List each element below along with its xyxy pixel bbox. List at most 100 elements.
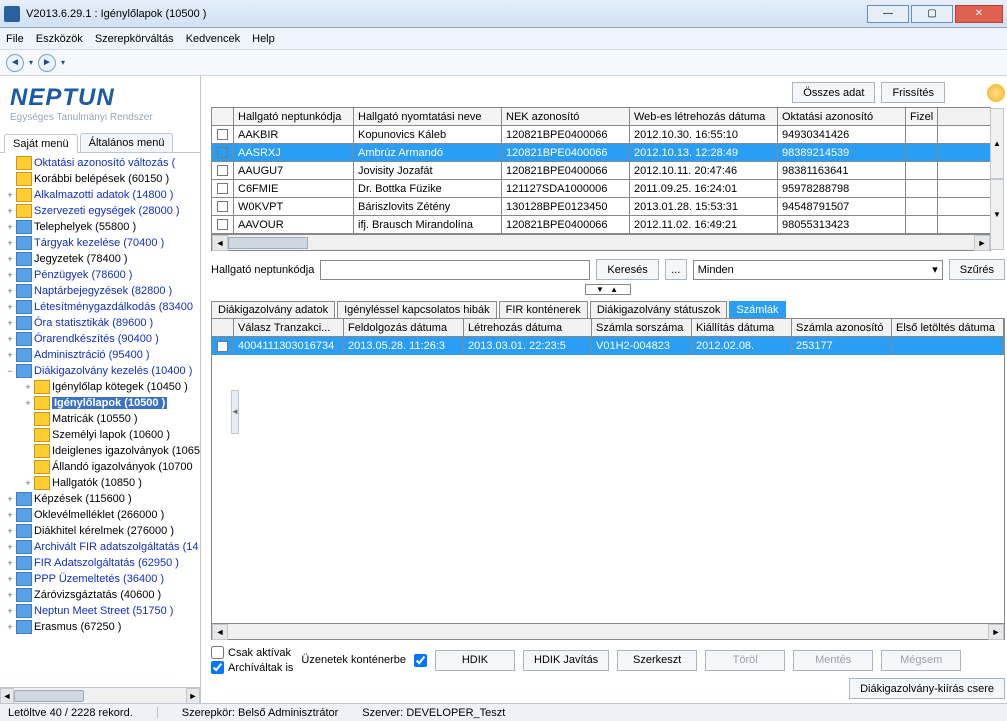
tree-node[interactable]: +Létesítménygazdálkodás (83400 (4, 299, 200, 315)
edit-button[interactable]: Szerkeszt (617, 650, 697, 671)
expand-icon[interactable]: + (4, 510, 16, 520)
tree-node[interactable]: +Képzések (115600 ) (4, 491, 200, 507)
detail-tab[interactable]: FIR konténerek (499, 301, 588, 318)
expand-icon[interactable]: + (4, 190, 16, 200)
menu-rolechange[interactable]: Szerepkörváltás (95, 33, 174, 45)
students-grid[interactable]: Hallgató neptunkódja Hallgató nyomtatási… (211, 107, 991, 251)
grid-row[interactable]: AAVOURifj. Brausch Mirandolína120821BPE0… (212, 216, 990, 234)
cancel-button[interactable]: Mégsem (881, 650, 961, 671)
grid-row[interactable]: AASRXJAmbrúz Armandó120821BPE04000662012… (212, 144, 990, 162)
grid-h-scrollbar[interactable]: ◄ ► (212, 234, 990, 250)
detail-header-issuedate[interactable]: Kiállítás dátuma (692, 319, 792, 336)
expand-icon[interactable]: + (22, 382, 34, 392)
grid-header-neptun[interactable]: Hallgató neptunkódja (234, 108, 354, 125)
grid-header-webdate[interactable]: Web-es létrehozás dátuma (630, 108, 778, 125)
tree-node[interactable]: +Órarendkészítés (90400 ) (4, 331, 200, 347)
swap-id-button[interactable]: Diákigazolvány-kiírás csere (849, 678, 1005, 699)
row-checkbox[interactable] (217, 183, 228, 194)
scroll-left-icon[interactable]: ◄ (212, 235, 228, 251)
search-button[interactable]: Keresés (596, 259, 658, 280)
grid-header-nek[interactable]: NEK azonosító (502, 108, 630, 125)
all-data-button[interactable]: Összes adat (792, 82, 875, 103)
tree-node[interactable]: Matricák (10550 ) (4, 411, 200, 427)
detail-h-scrollbar[interactable]: ◄ ► (212, 623, 1004, 639)
minimize-button[interactable]: — (867, 5, 909, 23)
expand-icon[interactable]: + (4, 222, 16, 232)
tree-node[interactable]: +Oklevélmelléklet (266000 ) (4, 507, 200, 523)
menu-help[interactable]: Help (252, 33, 275, 45)
tree-node[interactable]: +Diákhitel kérelmek (276000 ) (4, 523, 200, 539)
menu-favorites[interactable]: Kedvencek (186, 33, 240, 45)
expand-icon[interactable]: + (4, 558, 16, 568)
expand-icon[interactable]: + (4, 350, 16, 360)
row-checkbox[interactable] (217, 341, 228, 352)
scroll-left-icon[interactable]: ◄ (212, 624, 228, 640)
only-active-checkbox[interactable]: Csak aktívak (211, 646, 293, 659)
nav-back-dropdown[interactable]: ▾ (26, 58, 36, 67)
panel-toggle[interactable]: ▼ ▲ (201, 284, 1007, 295)
nav-tree[interactable]: Oktatási azonosító változás (Korábbi bel… (0, 153, 200, 687)
filter-button[interactable]: Szűrés (949, 259, 1005, 280)
search-more-button[interactable]: ... (665, 259, 687, 280)
tree-node[interactable]: +FIR Adatszolgáltatás (62950 ) (4, 555, 200, 571)
expand-icon[interactable]: + (4, 494, 16, 504)
scroll-left-icon[interactable]: ◄ (0, 688, 14, 704)
tree-node[interactable]: +Pénzügyek (78600 ) (4, 267, 200, 283)
grid-row[interactable]: W0KVPTBáriszlovits Zétény130128BPE012345… (212, 198, 990, 216)
expand-icon[interactable]: + (4, 286, 16, 296)
detail-header-invno[interactable]: Számla sorszáma (592, 319, 692, 336)
grid-header-eduid[interactable]: Oktatási azonosító (778, 108, 906, 125)
detail-tab[interactable]: Diákigazolvány adatok (211, 301, 335, 318)
maximize-button[interactable]: ▢ (911, 5, 953, 23)
scroll-down-icon[interactable]: ▼ (990, 179, 1004, 250)
expand-icon[interactable]: + (4, 206, 16, 216)
scroll-right-icon[interactable]: ► (974, 235, 990, 251)
tree-node[interactable]: Korábbi belépések (60150 ) (4, 171, 200, 187)
hdik-button[interactable]: HDIK (435, 650, 515, 671)
refresh-button[interactable]: Frissítés (881, 82, 945, 103)
detail-header-invid[interactable]: Számla azonosító (792, 319, 892, 336)
tree-node[interactable]: +Záróvizsgáztatás (40600 ) (4, 587, 200, 603)
tree-node[interactable]: Személyi lapok (10600 ) (4, 427, 200, 443)
scroll-thumb[interactable] (228, 237, 308, 249)
tree-node[interactable]: +Óra statisztikák (89600 ) (4, 315, 200, 331)
scroll-right-icon[interactable]: ► (186, 688, 200, 704)
detail-header-trans[interactable]: Válasz Tranzakci... (234, 319, 344, 336)
tree-node[interactable]: −Diákigazolvány kezelés (10400 ) (4, 363, 200, 379)
tree-node[interactable]: +Neptun Meet Street (51750 ) (4, 603, 200, 619)
expand-icon[interactable]: + (22, 478, 34, 488)
expand-icon[interactable]: + (4, 238, 16, 248)
grid-row[interactable]: AAKBIRKopunovics Káleb120821BPE040006620… (212, 126, 990, 144)
row-checkbox[interactable] (217, 219, 228, 230)
tree-node[interactable]: Állandó igazolványok (10700 (4, 459, 200, 475)
row-checkbox[interactable] (217, 165, 228, 176)
expand-icon[interactable]: + (4, 318, 16, 328)
detail-grid[interactable]: Válasz Tranzakci... Feldolgozás dátuma L… (211, 318, 1005, 640)
tree-node[interactable]: +Igénylőlapok (10500 ) (4, 395, 200, 411)
scroll-thumb[interactable] (14, 690, 84, 702)
grid-header-check[interactable] (212, 108, 234, 125)
sidebar-tab-general[interactable]: Általános menü (80, 133, 174, 152)
scroll-right-icon[interactable]: ► (988, 624, 1004, 640)
save-button[interactable]: Mentés (793, 650, 873, 671)
grid-row[interactable]: AAUGU7Jovisity Jozafát120821BPE040006620… (212, 162, 990, 180)
nav-forward-dropdown[interactable]: ▾ (58, 58, 68, 67)
expand-icon[interactable]: + (4, 526, 16, 536)
sidebar-tab-own[interactable]: Saját menü (4, 134, 78, 153)
expand-icon[interactable]: + (4, 302, 16, 312)
detail-tab[interactable]: Igényléssel kapcsolatos hibák (337, 301, 497, 318)
grid-v-scrollbar[interactable]: ▲ ▼ (990, 108, 1004, 250)
tree-node[interactable]: Oktatási azonosító változás ( (4, 155, 200, 171)
search-input[interactable] (320, 260, 590, 280)
search-dropdown[interactable]: Minden ▾ (693, 260, 943, 280)
panel-collapse-handle[interactable]: ◄ (231, 390, 239, 434)
tree-node[interactable]: +Jegyzetek (78400 ) (4, 251, 200, 267)
row-checkbox[interactable] (217, 147, 228, 158)
expand-icon[interactable]: + (4, 574, 16, 584)
tree-node[interactable]: +Adminisztráció (95400 ) (4, 347, 200, 363)
tree-node[interactable]: Ideiglenes igazolványok (1065 (4, 443, 200, 459)
grid-row[interactable]: C6FMIEDr. Bottka Füzike121127SDA10000062… (212, 180, 990, 198)
row-checkbox[interactable] (217, 201, 228, 212)
hdik-fix-button[interactable]: HDIK Javítás (523, 650, 609, 671)
tree-node[interactable]: +Telephelyek (55800 ) (4, 219, 200, 235)
